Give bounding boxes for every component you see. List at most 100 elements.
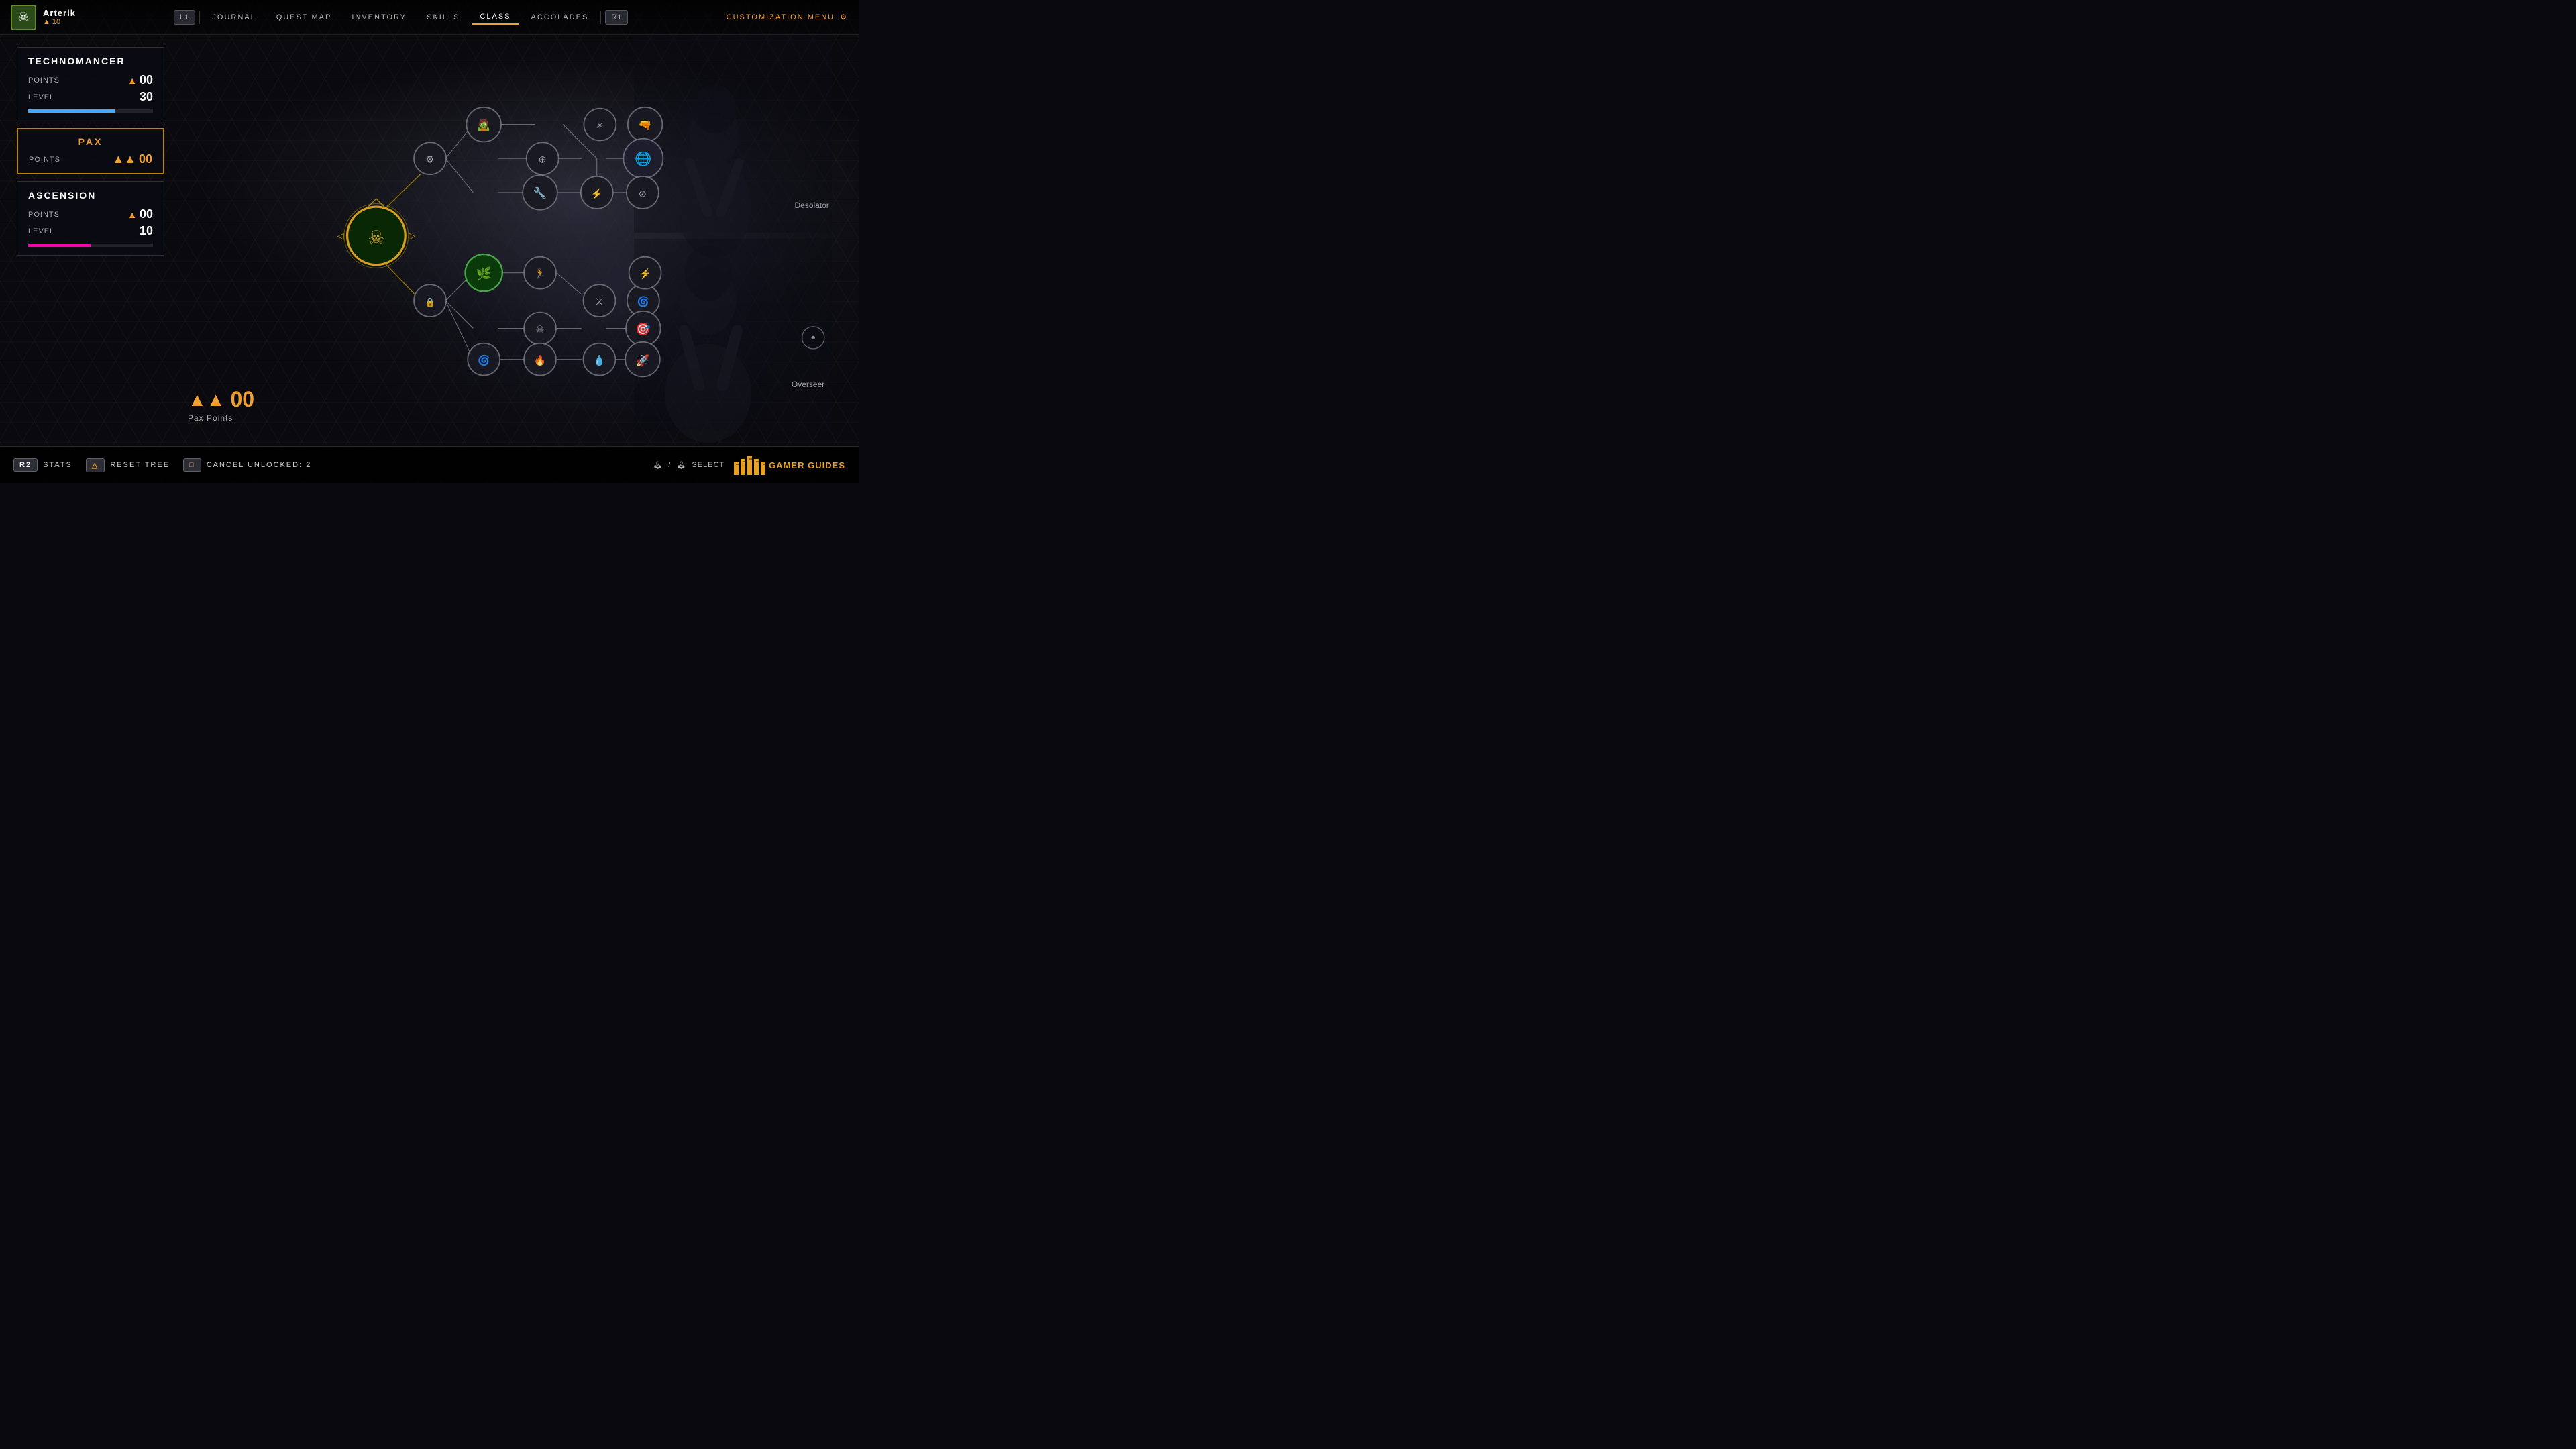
cancel-unlocked-label: CANCEL UNLOCKED: 2	[207, 461, 312, 469]
gg-logo: GAMER GUIDES	[733, 455, 845, 475]
gg-text: GAMER GUIDES	[769, 460, 845, 470]
select-slash: /	[668, 461, 671, 469]
player-details: Arterik ▲ 10	[43, 8, 76, 26]
ascension-points-value: ▲ 00	[127, 207, 153, 221]
bottom-bar: R2 STATS △ RESET TREE □ CANCEL UNLOCKED:…	[0, 446, 859, 483]
pax-points-value: ▲▲ 00	[112, 152, 152, 166]
technomancer-points-row: POINTS ▲ 00	[28, 73, 153, 87]
node-missile-icon: 🚀	[636, 354, 650, 367]
node-star-icon: ✳	[596, 121, 604, 131]
node-rifle-icon: 🔧	[533, 186, 547, 199]
nav-item-accolades[interactable]: ACCOLADES	[523, 11, 597, 24]
stats-label: STATS	[43, 461, 72, 469]
node-drop-icon: 💧	[593, 354, 605, 366]
ascension-level-value: 10	[140, 224, 153, 238]
select-label: SELECT	[692, 461, 724, 469]
square-badge[interactable]: □	[183, 458, 201, 472]
stick-icon-1: 🕹	[653, 461, 663, 470]
node-combat-icon: 🏃	[534, 268, 546, 280]
nav-item-class[interactable]: CLASS	[472, 10, 519, 25]
reset-tree-action[interactable]: △ RESET TREE	[86, 458, 170, 472]
skill-tree: Desolator Overseer	[174, 35, 859, 443]
ascension-points-num: 00	[140, 207, 153, 221]
technomancer-points-num: 00	[140, 73, 153, 87]
nav-divider-1	[199, 11, 200, 24]
level-value: 10	[52, 18, 60, 26]
nav-divider-2	[600, 11, 601, 24]
triangle-badge[interactable]: △	[86, 458, 105, 472]
stick-icon-2: 🕹	[676, 461, 686, 470]
nav-item-inventory[interactable]: INVENTORY	[343, 11, 415, 24]
left-arrow: ◁	[337, 231, 344, 241]
pax-chevron: ▲▲	[112, 152, 136, 166]
node-swirl-bot-icon: 🌀	[478, 354, 490, 366]
center-skull: ☠	[368, 227, 385, 248]
desolator-label: Desolator	[795, 201, 829, 210]
pax-row: POINTS ▲▲ 00	[29, 152, 152, 166]
reset-tree-label: RESET TREE	[110, 461, 170, 469]
node-weapon-top-icon: 🔫	[638, 119, 652, 131]
overseer-label: Overseer	[792, 380, 824, 389]
cancel-unlocked-action[interactable]: □ CANCEL UNLOCKED: 2	[183, 458, 311, 472]
gg-logo-svg	[733, 455, 766, 475]
node-orbit-icon: 🌀	[637, 296, 649, 308]
pax-points-bottom-label: Pax Points	[188, 413, 233, 423]
r2-badge[interactable]: R2	[13, 458, 38, 472]
select-controls: 🕹 / 🕹 SELECT	[653, 461, 724, 470]
pax-title: PAX	[29, 136, 152, 147]
node-globe-icon: 🌐	[635, 151, 651, 167]
technomancer-box: TECHNOMANCER POINTS ▲ 00 LEVEL 30	[17, 47, 164, 121]
top-navigation: ☠ Arterik ▲ 10 L1 JOURNAL QUEST MAP INVE…	[0, 0, 859, 35]
node-gear-icon: ⚙	[425, 155, 434, 166]
right-arrow: ▷	[409, 231, 415, 241]
nav-item-quest-map[interactable]: QUEST MAP	[268, 11, 340, 24]
technomancer-level-row: LEVEL 30	[28, 90, 153, 104]
bottom-actions: R2 STATS △ RESET TREE □ CANCEL UNLOCKED:…	[13, 458, 311, 472]
node-top-fig-icon: 🧟	[477, 118, 491, 131]
pax-points-label: POINTS	[29, 156, 60, 164]
r1-button[interactable]: R1	[605, 10, 628, 25]
ascension-progress-fill	[28, 244, 91, 247]
player-avatar: ☠	[11, 5, 36, 30]
technomancer-level-value: 30	[140, 90, 153, 104]
ascension-level-row: LEVEL 10	[28, 224, 153, 238]
technomancer-level-label: LEVEL	[28, 93, 54, 101]
left-panel: TECHNOMANCER POINTS ▲ 00 LEVEL 30 PAX PO…	[17, 47, 164, 262]
node-swirl-icon: ⊘	[639, 189, 647, 199]
node-heart-icon: ⊕	[539, 155, 547, 166]
pax-points-large: ▲▲ 00	[188, 387, 254, 412]
nav-item-journal[interactable]: JOURNAL	[204, 11, 264, 24]
node-flame-icon: 🔥	[534, 354, 546, 366]
desolator-silhouette	[634, 35, 832, 258]
node-speed-icon: ⚡	[591, 187, 603, 199]
pax-points-num: 00	[139, 152, 152, 166]
node-green-icon: 🌿	[476, 266, 492, 281]
level-icon: ▲	[43, 18, 50, 26]
node-bottom-hub-icon: 🔒	[425, 297, 435, 307]
ascension-level-label: LEVEL	[28, 227, 54, 235]
node-melee-icon: ⚔	[595, 297, 604, 308]
technomancer-progress-bar	[28, 109, 153, 113]
node-dash-icon: ⚡	[639, 268, 651, 280]
customization-menu[interactable]: CUSTOMIZATION MENU ⚙	[727, 13, 848, 21]
overseer-dot	[811, 336, 815, 340]
nav-item-skills[interactable]: SKILLS	[419, 11, 468, 24]
stats-action[interactable]: R2 STATS	[13, 458, 72, 472]
pax-points-display: ▲▲ 00 Pax Points	[188, 387, 254, 423]
customization-label: CUSTOMIZATION MENU	[727, 13, 835, 21]
technomancer-points-value: ▲ 00	[127, 73, 153, 87]
gamer-guides: 🕹 / 🕹 SELECT GAMER GUIDES	[653, 455, 845, 475]
skill-tree-svg: Desolator Overseer	[174, 35, 859, 443]
customization-icon: ⚙	[840, 13, 848, 21]
ascension-points-label: POINTS	[28, 211, 60, 219]
technomancer-points-label: POINTS	[28, 76, 60, 85]
ascension-box: ASCENSION POINTS ▲ 00 LEVEL 10	[17, 181, 164, 256]
pax-points-icon: ▲▲	[188, 389, 225, 411]
pax-points-large-value: 00	[230, 387, 254, 412]
nav-center: L1 JOURNAL QUEST MAP INVENTORY SKILLS CL…	[174, 10, 628, 25]
node-proj-icon: 🎯	[635, 322, 651, 336]
node-skull-icon: ☠	[535, 325, 544, 335]
ascension-points-row: POINTS ▲ 00	[28, 207, 153, 221]
l1-button[interactable]: L1	[174, 10, 195, 25]
technomancer-progress-fill	[28, 109, 115, 113]
